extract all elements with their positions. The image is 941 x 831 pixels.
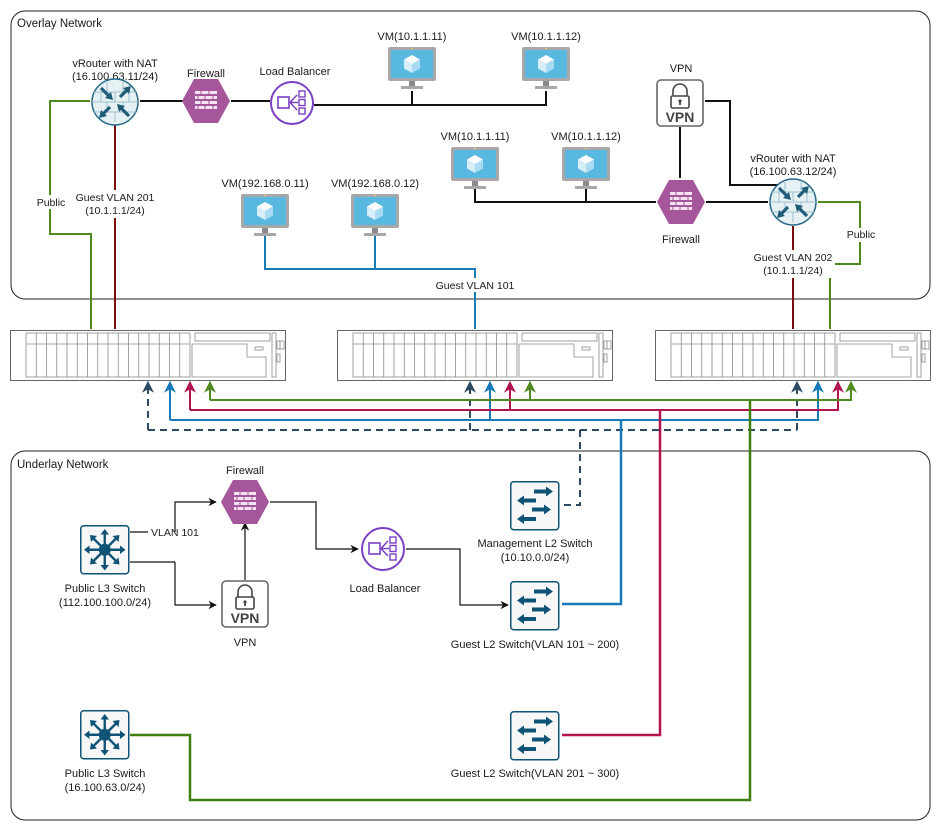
management-l2-switch-name: Management L2 Switch [478, 538, 593, 550]
vm-mid-2-label: VM(10.1.1.12) [551, 131, 621, 143]
firewall-underlay-label: Firewall [226, 465, 264, 477]
server-icon [10, 330, 286, 381]
public-l3-switch-2-name: Public L3 Switch [65, 768, 146, 780]
vrouter-left-name: vRouter with NAT [72, 58, 158, 70]
vrouter-right[interactable]: vRouter with NAT (16.100.63.12/24) [750, 153, 837, 227]
link-l3-to-vpn [174, 562, 217, 610]
firewall-left-label: Firewall [187, 68, 225, 80]
guest-vlan-201-subnet: (10.1.1.1/24) [85, 205, 145, 217]
link-vm-mid-bus [474, 189, 656, 203]
vm-top-2[interactable]: VM(10.1.1.12) [511, 31, 581, 89]
mgmt-dash-to-switch [562, 430, 581, 506]
public-l3-switch-1[interactable]: Public L3 Switch (112.100.100.0/24) [59, 524, 151, 609]
vm-mid-1[interactable]: VM(10.1.1.11) [441, 131, 510, 189]
vm-top-1-label: VM(10.1.1.11) [378, 31, 447, 43]
link-firewall-lb [315, 510, 359, 554]
public-right-label: Public [847, 229, 876, 241]
vm-icon [241, 194, 289, 236]
vlan201-to-guest-switch [562, 410, 662, 737]
overlay-links [49, 91, 861, 329]
load-balancer-overlay[interactable]: Load Balancer [260, 66, 331, 125]
link-lb-vm-bus [314, 91, 547, 106]
vm-icon [451, 147, 499, 189]
load-balancer-icon [270, 81, 314, 125]
vlan-101-link-label: VLAN 101 [151, 527, 199, 539]
public-l3-switch-1-name: Public L3 Switch [65, 583, 146, 595]
link-firewall-lb-a [270, 501, 317, 510]
guest-vlan-202-label: Guest VLAN 202 [754, 252, 833, 264]
underlay-network-group [10, 450, 931, 821]
host-server-1[interactable] [10, 330, 286, 381]
guest-l2-switch-101-label: Guest L2 Switch(VLAN 101 ~ 200) [451, 639, 619, 651]
public-left-label: Public [37, 197, 66, 209]
management-l2-switch-subnet: (10.10.0.0/24) [501, 552, 570, 564]
load-balancer-underlay-label: Load Balancer [350, 583, 421, 595]
vpn-overlay-label: VPN [670, 63, 693, 75]
firewall-icon [181, 78, 231, 124]
guest-l2-switch-101[interactable]: Guest L2 Switch(VLAN 101 ~ 200) [451, 581, 619, 651]
load-balancer-icon [361, 527, 405, 571]
firewall-overlay-right[interactable]: Firewall [656, 179, 706, 246]
network-diagram: Overlay Network Underlay Network vRouter… [10, 10, 931, 821]
public-l3-switch-1-subnet: (112.100.100.0/24) [59, 597, 151, 609]
vrouter-left[interactable]: vRouter with NAT (16.100.63.11/24) [72, 58, 158, 127]
firewall-underlay[interactable]: Firewall [220, 465, 270, 525]
vpn-underlay-label: VPN [234, 637, 257, 649]
public-l3-switch-2-subnet: (16.100.63.0/24) [65, 782, 146, 794]
host-server-3[interactable] [655, 330, 931, 381]
guest-l2-switch-201-label: Guest L2 Switch(VLAN 201 ~ 300) [451, 768, 619, 780]
host-server-2[interactable] [337, 330, 613, 381]
firewall-icon [220, 479, 270, 525]
server-icon [337, 330, 613, 381]
guest-vlan-202-subnet: (10.1.1.1/24) [763, 265, 823, 277]
l3-switch-icon [79, 524, 130, 575]
vpn-underlay[interactable]: VPN VPN [221, 580, 269, 649]
guest-l2-switch-201[interactable]: Guest L2 Switch(VLAN 201 ~ 300) [451, 711, 619, 780]
l2-switch-icon [510, 481, 560, 531]
l3-switch-icon [79, 709, 130, 760]
vm-guest-2[interactable]: VM(192.168.0.12) [331, 178, 419, 236]
vm-guest-2-label: VM(192.168.0.12) [331, 178, 419, 190]
vm-mid-1-label: VM(10.1.1.11) [441, 131, 510, 143]
management-l2-switch[interactable]: Management L2 Switch (10.10.0.0/24) [478, 481, 593, 564]
router-icon [768, 177, 818, 227]
public-l3-switch-2[interactable]: Public L3 Switch (16.100.63.0/24) [65, 709, 146, 794]
vm-top-2-label: VM(10.1.1.12) [511, 31, 581, 43]
underlay-links [130, 497, 509, 610]
l2-switch-icon [510, 711, 560, 761]
vm-guest-1[interactable]: VM(192.168.0.11) [221, 178, 309, 236]
router-icon [90, 77, 140, 127]
server-icon [655, 330, 931, 381]
underlay-network-label: Underlay Network [17, 459, 109, 471]
link-lb-guest-switch [406, 548, 509, 610]
vpn-icon-text: VPN [231, 610, 260, 626]
load-balancer-underlay[interactable]: Load Balancer [350, 527, 421, 595]
vlan101-to-guest-switch [562, 420, 623, 606]
overlay-network-label: Overlay Network [17, 18, 102, 30]
vm-top-1[interactable]: VM(10.1.1.11) [378, 31, 447, 89]
vm-icon [351, 194, 399, 236]
firewall-right-label: Firewall [662, 234, 700, 246]
vpn-overlay[interactable]: VPN VPN [656, 63, 704, 127]
vrouter-right-name: vRouter with NAT [750, 153, 836, 165]
guest-vlan-201-label: Guest VLAN 201 [76, 192, 155, 204]
vlan201-bus [190, 380, 844, 411]
vm-mid-2[interactable]: VM(10.1.1.12) [551, 131, 621, 189]
firewall-overlay-left[interactable]: Firewall [181, 68, 231, 124]
vm-guest-1-label: VM(192.168.0.11) [221, 178, 308, 190]
load-balancer-overlay-label: Load Balancer [260, 66, 331, 78]
vm-icon [522, 47, 570, 89]
vm-icon [388, 47, 436, 89]
vpn-icon-text: VPN [666, 109, 695, 125]
vm-icon [562, 147, 610, 189]
firewall-icon [656, 179, 706, 225]
guest-vlan-101-label: Guest VLAN 101 [436, 280, 515, 292]
vrouter-right-ip: (16.100.63.12/24) [750, 166, 837, 178]
l2-switch-icon [510, 581, 560, 631]
